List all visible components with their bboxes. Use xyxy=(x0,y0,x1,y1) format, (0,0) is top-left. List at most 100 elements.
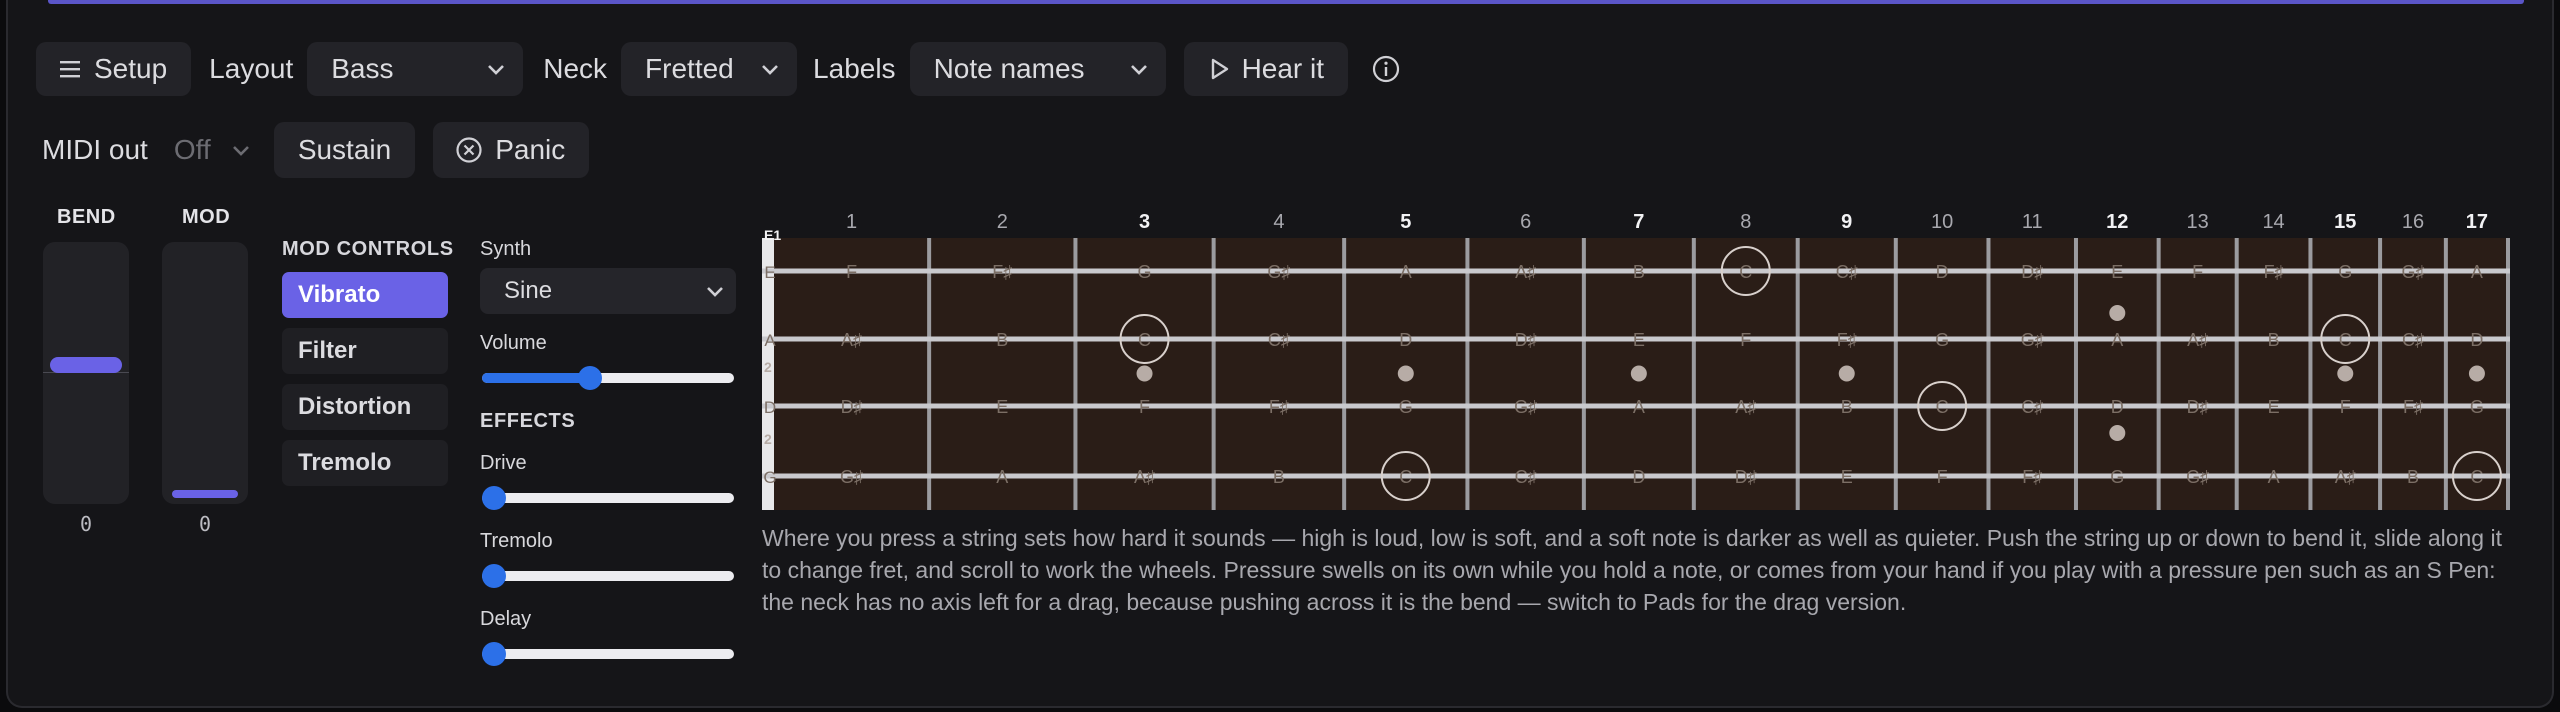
setup-label: Setup xyxy=(94,53,168,84)
note-label: F xyxy=(2192,262,2203,282)
note-label: E xyxy=(1633,330,1645,350)
synth-value: Sine xyxy=(504,277,553,304)
hear-it-button[interactable]: Hear it xyxy=(1183,42,1349,96)
note-label: G xyxy=(1399,397,1413,417)
volume-slider[interactable] xyxy=(482,366,734,390)
mod-controls-title: MOD CONTROLS xyxy=(282,238,454,260)
fret-number: 3 xyxy=(1139,211,1150,233)
neck-value: Fretted xyxy=(645,53,734,84)
fretboard[interactable]: 1 2 3 4 5 6 7 8 9 10 11 12 13 14 15 16 17E122E F F♯ G G♯ A A♯ B… xyxy=(762,208,2512,510)
mod-vibrato-button[interactable]: Vibrato xyxy=(282,272,448,318)
midi-out-value: Off xyxy=(173,134,211,165)
note-label: A xyxy=(2268,467,2280,487)
bend-handle[interactable] xyxy=(50,357,122,373)
labels-select[interactable]: Note names xyxy=(909,42,1166,96)
note-label: C xyxy=(2339,330,2352,350)
fret-number: 9 xyxy=(1841,211,1852,233)
panic-button[interactable]: Panic xyxy=(433,122,590,178)
open-string-label: E1 xyxy=(764,227,781,243)
fret-line xyxy=(1795,238,1800,510)
synth-select[interactable]: Sine xyxy=(480,268,736,314)
chevron-down-icon xyxy=(232,137,250,163)
note-label: F♯ xyxy=(1837,330,1857,350)
sustain-label: Sustain xyxy=(297,134,392,165)
note-label: B xyxy=(996,330,1008,350)
slider-thumb[interactable] xyxy=(578,366,603,390)
labels-value: Note names xyxy=(933,53,1085,84)
mod-label: MOD xyxy=(182,206,231,228)
mod-distortion-button[interactable]: Distortion xyxy=(282,384,448,430)
fret-line xyxy=(2234,238,2239,510)
mod-vibrato-label: Vibrato xyxy=(298,281,381,308)
tremolo-slider[interactable] xyxy=(482,564,734,588)
note-label: A♯ xyxy=(1515,262,1536,282)
note-label: C♯ xyxy=(1268,330,1290,350)
fret-line xyxy=(1986,238,1991,510)
note-label: F xyxy=(1937,467,1948,487)
fret-line xyxy=(1342,238,1347,510)
note-label: G xyxy=(2110,467,2124,487)
slider-track xyxy=(482,493,734,503)
note-label: A♯ xyxy=(1134,467,1155,487)
fret-line xyxy=(1691,238,1696,510)
note-label: C xyxy=(2470,467,2483,487)
note-label: A♯ xyxy=(1735,397,1756,417)
note-label: A♯ xyxy=(2335,467,2356,487)
fret-line xyxy=(1893,238,1898,510)
fret-number: 14 xyxy=(2262,211,2284,233)
mod-distortion-label: Distortion xyxy=(298,393,412,420)
note-label: B xyxy=(1841,397,1853,417)
note-label: G xyxy=(1935,330,1949,350)
fret-inlay-dot xyxy=(2337,365,2354,382)
slider-thumb[interactable] xyxy=(482,642,506,666)
synth-label: Synth xyxy=(480,238,532,260)
fret-number: 5 xyxy=(1400,211,1411,233)
delay-slider[interactable] xyxy=(482,642,734,666)
mod-tremolo-button[interactable]: Tremolo xyxy=(282,440,448,486)
note-label: D♯ xyxy=(1735,467,1757,487)
drive-slider[interactable] xyxy=(482,486,734,510)
fret-number: 10 xyxy=(1931,211,1953,233)
midi-out-select[interactable]: Off xyxy=(148,123,268,177)
note-label: A xyxy=(1400,262,1412,282)
note-label: F♯ xyxy=(2403,397,2423,417)
note-label: A♯ xyxy=(2187,330,2208,350)
note-label: G♯ xyxy=(840,467,863,487)
slider-track xyxy=(482,649,734,659)
midi-out-label: MIDI out xyxy=(42,134,148,165)
chevron-down-icon xyxy=(487,56,505,82)
mod-handle[interactable] xyxy=(172,490,238,498)
fret-number: 15 xyxy=(2334,211,2356,233)
tremolo-label: Tremolo xyxy=(480,530,553,552)
note-label: F♯ xyxy=(1269,397,1289,417)
slider-thumb[interactable] xyxy=(482,564,506,588)
midi-row: MIDI out Off Sustain Panic xyxy=(36,122,590,178)
layout-value: Bass xyxy=(331,53,394,84)
fret-number: 7 xyxy=(1633,211,1644,233)
note-label: C♯ xyxy=(2402,330,2424,350)
note-label: D♯ xyxy=(841,397,863,417)
bend-wheel[interactable] xyxy=(43,242,129,504)
fret-line xyxy=(2378,238,2383,510)
close-circle-icon xyxy=(455,136,483,164)
help-text: Where you press a string sets how hard i… xyxy=(762,525,2502,615)
volume-label: Volume xyxy=(480,332,547,354)
panic-label: Panic xyxy=(495,134,566,165)
slider-thumb[interactable] xyxy=(482,486,506,510)
fret-line xyxy=(927,238,932,510)
mod-filter-button[interactable]: Filter xyxy=(282,328,448,374)
fret-number: 17 xyxy=(2466,211,2488,233)
layout-label: Layout xyxy=(209,53,294,84)
neck-select[interactable]: Fretted xyxy=(621,42,798,96)
setup-button[interactable]: Setup xyxy=(36,42,192,96)
mod-wheel[interactable] xyxy=(162,242,248,504)
chevron-down-icon xyxy=(706,277,724,305)
sustain-button[interactable]: Sustain xyxy=(273,122,416,178)
fret-line xyxy=(1465,238,1470,510)
bend-label: BEND xyxy=(57,206,116,228)
info-icon[interactable] xyxy=(1368,51,1404,87)
note-label: B xyxy=(1633,262,1645,282)
bend-value: 0 xyxy=(80,512,93,536)
note-label: F xyxy=(1139,397,1150,417)
layout-select[interactable]: Bass xyxy=(307,42,524,96)
